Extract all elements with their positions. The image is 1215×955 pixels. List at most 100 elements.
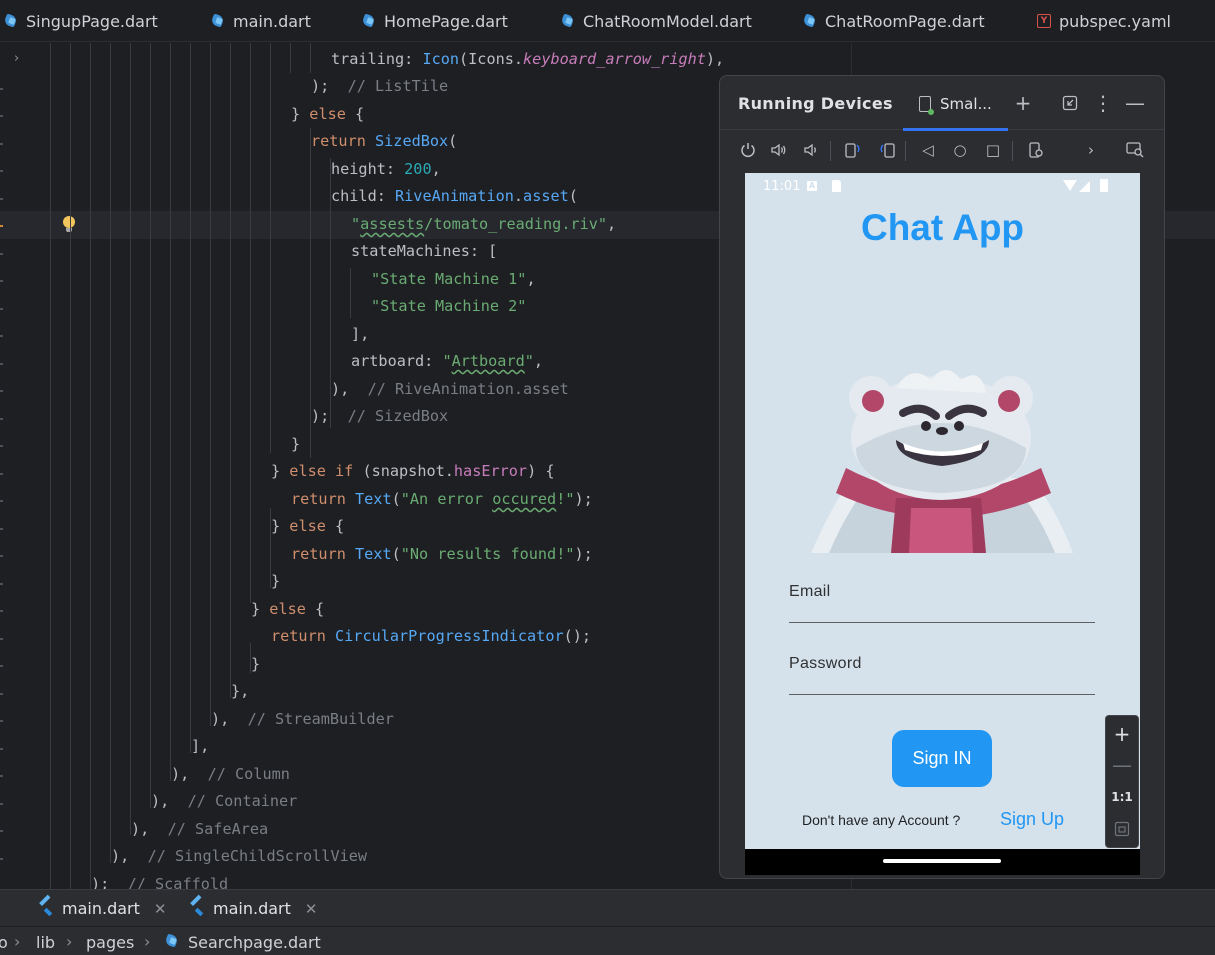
- zoom-fit-icon[interactable]: [1106, 814, 1138, 844]
- gutter-mark: [0, 473, 3, 475]
- lightbulb-icon[interactable]: [62, 216, 76, 234]
- indent-guide: [290, 43, 291, 73]
- code-line: ), // SafeArea: [131, 820, 269, 838]
- dart-file-icon: [165, 934, 179, 948]
- gutter-mark: [0, 335, 3, 337]
- gutter-mark: [0, 363, 3, 365]
- code-line: ), // Container: [151, 792, 298, 810]
- email-field-label[interactable]: Email: [789, 583, 831, 601]
- code-line: trailing: Icon(Icons.keyboard_arrow_righ…: [331, 50, 725, 68]
- breadcrumb-item[interactable]: Searchpage.dart: [188, 933, 321, 952]
- minimize-icon[interactable]: —: [1122, 90, 1148, 116]
- rotate-left-icon[interactable]: [842, 139, 864, 161]
- add-device-icon[interactable]: +: [1010, 90, 1036, 116]
- gutter-mark: [0, 803, 3, 805]
- gutter-mark: [0, 830, 3, 832]
- tab-label: pubspec.yaml: [1059, 11, 1171, 31]
- no-account-text: Don't have any Account ?: [802, 812, 961, 828]
- tab-pubspec[interactable]: Ypubspec.yaml: [1037, 0, 1171, 42]
- status-a-icon: A: [807, 181, 817, 191]
- tab-chatroompage[interactable]: ChatRoomPage.dart: [803, 0, 985, 42]
- bottom-tab-main-2[interactable]: main.dart ✕: [191, 890, 317, 927]
- breadcrumb-item[interactable]: lib: [36, 933, 55, 952]
- yaml-file-icon: Y: [1037, 14, 1051, 28]
- volume-up-icon[interactable]: [768, 139, 790, 161]
- volume-down-icon[interactable]: [800, 139, 822, 161]
- toolbar-separator: [830, 141, 831, 161]
- gutter-mark: [0, 583, 3, 585]
- device-settings-icon[interactable]: [1025, 139, 1047, 161]
- home-icon[interactable]: ○: [949, 139, 971, 161]
- overview-icon[interactable]: □: [982, 139, 1004, 161]
- gutter-mark: [0, 170, 3, 172]
- gutter-mark: [0, 610, 3, 612]
- zoom-actual-size-button[interactable]: 1:1: [1106, 782, 1138, 812]
- bottom-tab-main[interactable]: main.dart ✕: [40, 890, 166, 927]
- status-time: 11:01: [763, 179, 801, 194]
- dart-file-icon: [362, 14, 376, 28]
- sign-up-link[interactable]: Sign Up: [1000, 809, 1064, 830]
- status-bar: 11:01 A: [745, 173, 1140, 199]
- panel-title: Running Devices: [738, 94, 893, 113]
- breadcrumb-item[interactable]: o: [0, 933, 8, 952]
- tab-homepage[interactable]: HomePage.dart: [362, 0, 508, 42]
- close-icon[interactable]: ✕: [305, 900, 318, 918]
- tab-singuppage[interactable]: SingupPage.dart: [4, 0, 158, 42]
- code-line: "assests/tomato_reading.riv",: [351, 215, 617, 233]
- gutter-mark: [0, 225, 3, 227]
- emulator-screen[interactable]: 11:01 A Chat App Email Password Sign IN …: [745, 173, 1140, 875]
- indent-guide: [150, 43, 151, 808]
- password-field-label[interactable]: Password: [789, 655, 862, 673]
- code-line: "State Machine 1",: [371, 270, 536, 288]
- chevron-right-icon: ›: [66, 932, 73, 951]
- running-devices-panel: Running Devices Smal... + ⋮ — ◁ ○ □ › 11…: [719, 75, 1165, 879]
- more-options-icon[interactable]: ⋮: [1090, 90, 1116, 116]
- device-tab[interactable]: Smal...: [903, 76, 1008, 131]
- close-icon[interactable]: ✕: [154, 900, 167, 918]
- zoom-in-icon[interactable]: +: [1106, 719, 1138, 749]
- home-gesture-pill[interactable]: [883, 859, 1001, 863]
- screenshot-search-icon[interactable]: [1124, 139, 1146, 161]
- code-line: }: [291, 435, 301, 453]
- code-line: return CircularProgressIndicator();: [271, 627, 592, 645]
- chevron-right-icon[interactable]: ›: [1080, 139, 1102, 161]
- code-line: }: [251, 655, 261, 673]
- breadcrumb-item[interactable]: pages: [86, 933, 134, 952]
- gutter-mark: [0, 308, 3, 310]
- gutter-mark: [0, 88, 3, 90]
- collapse-icon[interactable]: [1057, 90, 1083, 116]
- sd-card-icon: [832, 180, 841, 192]
- back-icon[interactable]: ◁: [917, 139, 939, 161]
- sign-in-button[interactable]: Sign IN: [892, 730, 992, 787]
- gutter-mark: [0, 198, 3, 200]
- indent-guide: [50, 43, 51, 889]
- code-line: }: [271, 572, 281, 590]
- password-field[interactable]: [789, 694, 1095, 695]
- indent-guide: [270, 43, 271, 453]
- code-line: artboard: "Artboard",: [351, 352, 544, 370]
- code-line: return SizedBox(: [311, 132, 458, 150]
- gutter-mark: [0, 445, 3, 447]
- tab-main[interactable]: main.dart: [211, 0, 311, 42]
- editor-tab-bar: SingupPage.dart main.dart HomePage.dart …: [0, 0, 1215, 42]
- zoom-out-icon[interactable]: —: [1106, 750, 1138, 780]
- zoom-controls: + — 1:1: [1105, 715, 1139, 848]
- gesture-nav-bar: [745, 849, 1140, 875]
- bottom-tab-label: main.dart: [62, 899, 140, 918]
- toolbar-separator: [905, 141, 906, 161]
- email-field[interactable]: [789, 622, 1095, 623]
- code-line: } else {: [291, 105, 365, 123]
- rotate-right-icon[interactable]: [876, 139, 898, 161]
- fold-arrow-icon[interactable]: ›: [14, 51, 19, 66]
- tab-label: main.dart: [233, 11, 311, 31]
- code-line: stateMachines: [: [351, 242, 498, 260]
- code-line: return Text("No results found!");: [291, 545, 593, 563]
- indent-guide: [90, 43, 91, 889]
- power-icon[interactable]: [737, 139, 759, 161]
- code-line: ), // RiveAnimation.asset: [331, 380, 569, 398]
- code-line: } else {: [271, 517, 345, 535]
- code-line: } else {: [251, 600, 325, 618]
- bottom-tab-bar: main.dart ✕ main.dart ✕: [0, 889, 1215, 926]
- gutter-mark: [0, 115, 3, 117]
- tab-chatroommodel[interactable]: ChatRoomModel.dart: [561, 0, 752, 42]
